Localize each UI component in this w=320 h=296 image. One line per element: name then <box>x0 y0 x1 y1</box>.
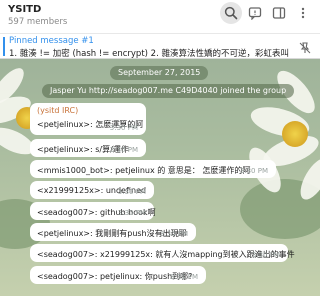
pinned-label: Pinned message #1 <box>9 36 94 46</box>
message-time: 3:30 PM <box>109 124 138 132</box>
message-time: 3:30 PM <box>239 167 268 175</box>
join-notice: Jasper Yu http://seadog007.me C49D4040 j… <box>42 84 295 98</box>
message-bubble[interactable]: <seadog007>: x21999125x: 就有人沒mapping到被入跟… <box>30 244 295 262</box>
date-separator: September 27, 2015 <box>110 66 209 80</box>
message-bubble[interactable]: <mmis1000_bot>: petjelinux 的 意思是： 怎麼運作的阿… <box>30 160 276 178</box>
message-time: 3:30 PM <box>117 188 146 196</box>
message-bubble[interactable]: <petjelinux>: s/算/運作 3:30 PM <box>30 139 146 157</box>
chat-icon[interactable] <box>244 2 266 24</box>
chat-header: YSITD 597 members <box>0 0 320 33</box>
message-text: <mmis1000_bot>: petjelinux 的 意思是： 怎麼運作的阿 <box>37 166 251 175</box>
unpin-icon[interactable] <box>298 40 312 59</box>
pinned-text: 1. 雜湊 != 加密 (hash != encrypt) 2. 雜湊算法性嬌的… <box>9 49 289 59</box>
message-time: 3:31 PM <box>169 273 198 281</box>
message-bubble[interactable]: <seadog007>: petjelinux: 你push到哪? 3:31 P… <box>30 266 206 284</box>
message-time: 3:30 PM <box>251 251 280 259</box>
member-count: 597 members <box>8 17 68 27</box>
message-bubble[interactable]: (ysitd IRC) <petjelinux>: 怎麼運算的阿 3:30 PM <box>30 103 146 135</box>
message-sender[interactable]: (ysitd IRC) <box>37 106 78 115</box>
search-icon[interactable] <box>220 2 242 24</box>
pinned-accent-bar <box>3 37 5 56</box>
pinned-message[interactable]: Pinned message #1 1. 雜湊 != 加密 (hash != e… <box>0 33 320 59</box>
message-time: 3:30 PM <box>109 146 138 154</box>
sidebar-icon[interactable] <box>268 2 290 24</box>
more-icon[interactable] <box>292 2 314 24</box>
message-bubble[interactable]: <petjelinux>: 我剛剛有push沒有出現耶 3:30 PM <box>30 223 196 241</box>
message-time: 3:30 PM <box>117 209 146 217</box>
chat-title[interactable]: YSITD <box>8 4 41 15</box>
message-bubble[interactable]: <x21999125x>: undefined 3:30 PM <box>30 181 154 199</box>
message-time: 3:30 PM <box>159 230 188 238</box>
message-bubble[interactable]: <seadog007>: github hook啊 3:30 PM <box>30 202 156 220</box>
chat-area[interactable]: September 27, 2015 Jasper Yu http://sead… <box>0 59 320 296</box>
